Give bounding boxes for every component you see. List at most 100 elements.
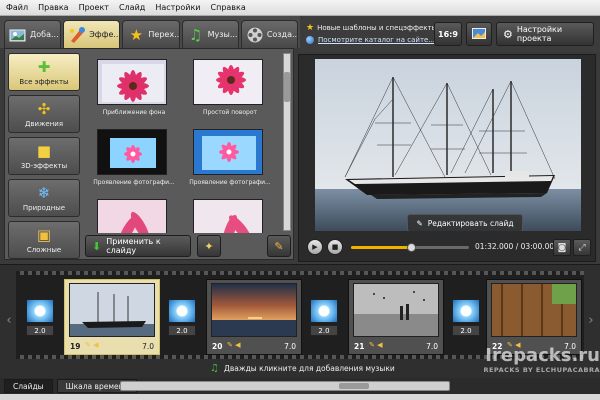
apply-to-slide-button[interactable]: ⬇ Применить к слайду: [85, 235, 191, 257]
film-reel-icon: [245, 25, 265, 45]
aspect-ratio-button[interactable]: 16:9: [434, 22, 462, 46]
effect-item[interactable]: [185, 199, 275, 233]
transition-thumbnail: [452, 299, 480, 323]
effect-thumbnail: [97, 199, 167, 233]
broom-icon: ✎: [274, 239, 284, 253]
menu-bar: Файл Правка Проект Слайд Настройки Справ…: [0, 0, 600, 16]
slide-thumbnail: [211, 283, 297, 337]
project-settings-button[interactable]: ⚙ Настройки проекта: [496, 22, 594, 46]
snowflake-icon: ❄: [37, 183, 51, 202]
gear-icon: ⚙: [503, 27, 513, 41]
filmstrip: 2.0 19 ✎ ◀ 7.0 2.0 20 ✎ ◀ 7.0 2.0 21 ✎ ◀…: [16, 271, 584, 359]
effects-brush-icon: [67, 25, 87, 45]
view-switcher: Слайды Шкала времени: [0, 378, 600, 394]
tab-add[interactable]: Доба...: [4, 20, 62, 48]
tab-transitions[interactable]: ★ Перех...: [122, 20, 180, 48]
pencil-icon: ✎: [416, 218, 423, 228]
playback-progress[interactable]: [351, 243, 469, 252]
scroll-right-arrow[interactable]: ›: [586, 313, 596, 333]
screen-fit-button[interactable]: [466, 22, 492, 46]
picture-icon: [472, 27, 486, 41]
random-effects-button[interactable]: ✦: [197, 235, 221, 257]
effect-item[interactable]: Простой поворот: [185, 59, 275, 125]
magic-wand-icon: ✦: [204, 239, 214, 253]
transition-item[interactable]: 2.0: [452, 299, 482, 339]
effects-grid: Приближение фона Простой поворот Проявле…: [89, 53, 279, 233]
stop-button[interactable]: ■: [327, 239, 343, 255]
progress-fill: [351, 246, 412, 249]
category-3d[interactable]: ■ 3D-эффекты: [8, 137, 80, 175]
scroll-left-arrow[interactable]: ‹: [4, 313, 14, 333]
music-note-icon: ♫: [210, 363, 219, 374]
effect-item[interactable]: Проявление фотографи...: [185, 129, 275, 195]
transition-item[interactable]: 2.0: [168, 299, 198, 339]
preview-panel: ✎ Редактировать слайд ▶ ■ 01:32.000 / 03…: [298, 54, 596, 262]
transition-thumbnail: [26, 299, 54, 323]
slide-tools-icon[interactable]: ✎ ◀: [507, 341, 520, 349]
main-tabs: Доба... Эффе... ★ Перех... ♫ Музы... Соз…: [0, 16, 300, 48]
slide-item[interactable]: 19 ✎ ◀ 7.0: [64, 279, 160, 355]
play-icon: ▶: [312, 243, 318, 251]
slide-item[interactable]: 22 ✎ ◀ 7.0: [486, 279, 582, 355]
layers-icon: ▣: [36, 225, 52, 244]
effect-thumbnail: [97, 129, 167, 175]
effect-thumbnail: [193, 59, 263, 105]
play-button[interactable]: ▶: [307, 239, 323, 255]
catalog-link[interactable]: Посмотрите каталог на сайте...: [306, 36, 435, 44]
menu-settings[interactable]: Настройки: [155, 3, 200, 12]
playback-controls: ▶ ■ 01:32.000 / 03:00.000 ◙ ⤢: [299, 235, 595, 261]
scrollbar-thumb[interactable]: [284, 72, 290, 102]
menu-help[interactable]: Справка: [211, 3, 246, 12]
transition-item[interactable]: 2.0: [26, 299, 56, 339]
slide-thumbnail: [353, 283, 439, 337]
tab-create[interactable]: Созда...: [240, 20, 299, 48]
menu-project[interactable]: Проект: [79, 3, 109, 12]
status-bar: [0, 394, 600, 400]
info-icon: [306, 36, 314, 44]
news-bar: ★ Новые шаблоны и спецэффекты Посмотрите…: [300, 16, 600, 52]
snapshot-button[interactable]: ◙: [553, 239, 571, 256]
preview-image: ✎ Редактировать слайд: [315, 59, 581, 231]
move-arrows-icon: ✣: [37, 99, 51, 118]
transition-thumbnail: [310, 299, 338, 323]
slide-tools-icon[interactable]: ✎ ◀: [369, 341, 382, 349]
timeline-scrollbar[interactable]: [120, 381, 450, 391]
effect-item[interactable]: [89, 199, 179, 233]
slide-thumbnail: [491, 283, 577, 337]
slides-timeline: ‹ › 2.0 19 ✎ ◀ 7.0 2.0 20 ✎ ◀ 7.0 2.0 21…: [0, 264, 600, 378]
transition-thumbnail: [168, 299, 196, 323]
slide-tools-icon[interactable]: ✎ ◀: [227, 341, 240, 349]
slide-item[interactable]: 20 ✎ ◀ 7.0: [206, 279, 302, 355]
slide-item[interactable]: 21 ✎ ◀ 7.0: [348, 279, 444, 355]
transition-item[interactable]: 2.0: [310, 299, 340, 339]
cube-icon: ■: [36, 141, 52, 160]
category-nature[interactable]: ❄ Природные: [8, 179, 80, 217]
fullscreen-button[interactable]: ⤢: [573, 239, 591, 256]
slide-tools-icon[interactable]: ✎ ◀: [85, 341, 98, 349]
slide-thumbnail: [69, 283, 155, 337]
tab-music[interactable]: ♫ Музы...: [181, 20, 239, 48]
tab-effects[interactable]: Эффе...: [63, 20, 121, 48]
star-icon: ★: [129, 25, 144, 44]
tab-slides-view[interactable]: Слайды: [4, 379, 53, 393]
menu-file[interactable]: Файл: [6, 3, 28, 12]
edit-slide-button[interactable]: ✎ Редактировать слайд: [407, 214, 523, 231]
music-track-hint[interactable]: ♫ Дважды кликните для добавления музыки: [210, 363, 395, 374]
scrollbar-thumb[interactable]: [339, 383, 369, 389]
clear-effects-button[interactable]: ✎: [267, 235, 291, 257]
stop-icon: ■: [331, 243, 339, 251]
progress-knob[interactable]: [407, 243, 417, 252]
news-templates[interactable]: ★ Новые шаблоны и спецэффекты: [306, 23, 437, 33]
category-motion[interactable]: ✣ Движения: [8, 95, 80, 133]
category-complex[interactable]: ▣ Сложные: [8, 221, 80, 259]
effects-scrollbar[interactable]: [283, 53, 291, 231]
playback-time: 01:32.000 / 03:00.000: [475, 242, 559, 251]
menu-edit[interactable]: Правка: [38, 3, 68, 12]
star-icon: ★: [306, 23, 315, 33]
effect-item[interactable]: Приближение фона: [89, 59, 179, 125]
menu-slide[interactable]: Слайд: [119, 3, 145, 12]
effect-thumbnail: [97, 59, 167, 105]
effect-item[interactable]: Проявление фотографи...: [89, 129, 179, 195]
effect-thumbnail: [193, 199, 263, 233]
category-all[interactable]: ✚ Все эффекты: [8, 53, 80, 91]
